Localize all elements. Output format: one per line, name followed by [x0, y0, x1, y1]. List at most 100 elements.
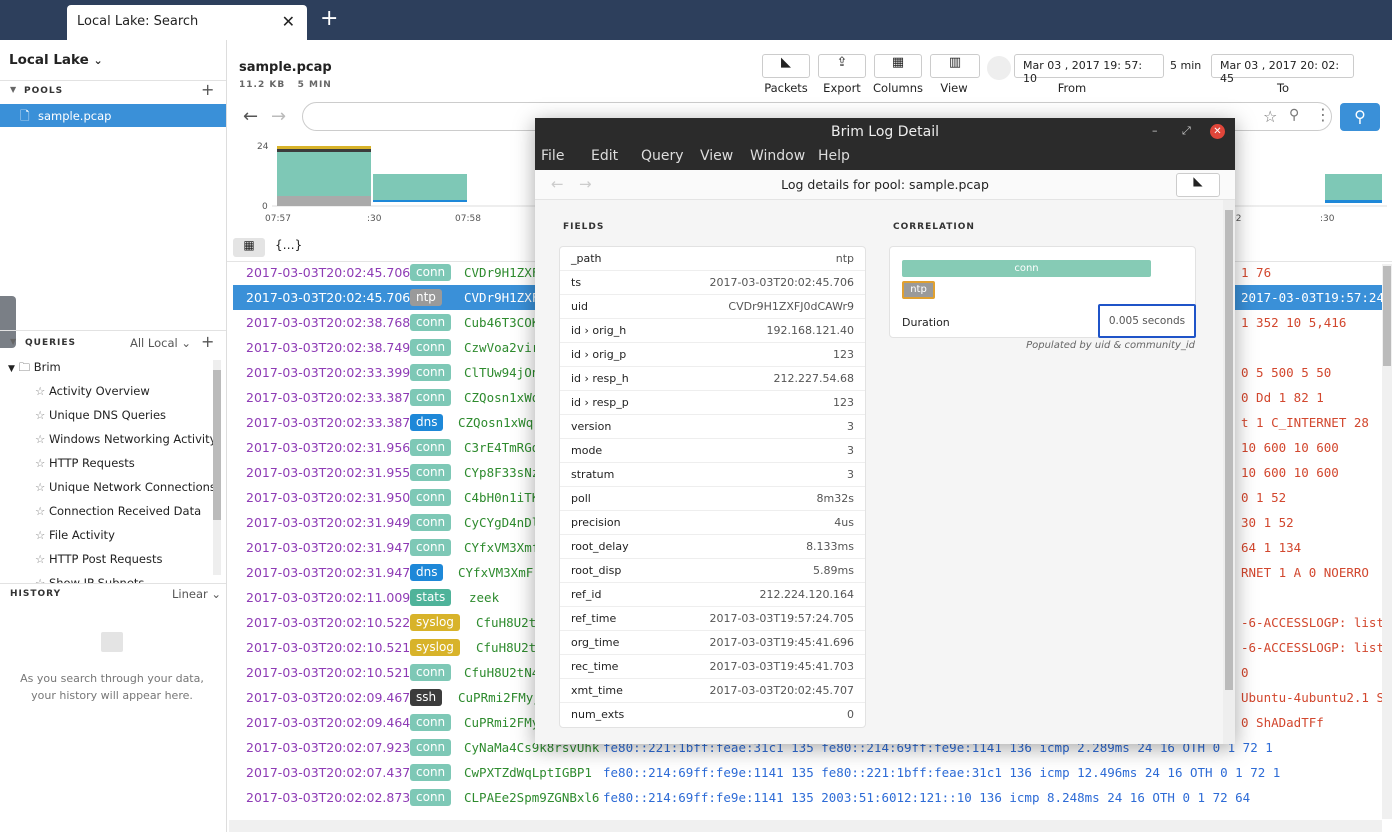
- pin-icon[interactable]: ⚲: [1289, 107, 1299, 123]
- field-key: id › resp_p: [571, 396, 629, 409]
- search-button[interactable]: ⚲: [1340, 103, 1380, 131]
- row-uid: Cub46T3COK: [464, 315, 540, 330]
- collapse-arrow-icon[interactable]: ▼: [10, 85, 16, 94]
- query-item[interactable]: ☆ HTTP Requests: [35, 456, 135, 470]
- packets-button[interactable]: ◣: [1176, 173, 1220, 197]
- menu-query[interactable]: Query: [641, 148, 684, 164]
- fields-header: FIELDS: [563, 222, 605, 232]
- field-row[interactable]: rec_time 2017-03-03T19:45:41.703: [560, 655, 865, 679]
- field-row[interactable]: _path ntp: [560, 247, 865, 271]
- corr-conn-bar[interactable]: conn: [902, 260, 1151, 277]
- row-timestamp: 2017-03-03T20:02:33.387: [246, 390, 411, 405]
- duration-label: Duration: [902, 316, 950, 329]
- columns-button[interactable]: ▦: [874, 54, 922, 78]
- row-uid: CfuH8U2tN4: [464, 665, 540, 680]
- menu-edit[interactable]: Edit: [591, 148, 618, 164]
- field-row[interactable]: xmt_time 2017-03-03T20:02:45.707: [560, 679, 865, 703]
- field-row[interactable]: precision 4us: [560, 511, 865, 535]
- menu-window[interactable]: Window: [750, 148, 805, 164]
- view-label: View: [940, 81, 968, 95]
- histogram-tick: 07:57: [265, 214, 291, 224]
- file-icon: 🗋: [20, 109, 30, 123]
- query-item[interactable]: ☆ Activity Overview: [35, 384, 150, 398]
- query-item[interactable]: ☆ HTTP Post Requests: [35, 552, 162, 566]
- field-key: ref_time: [571, 612, 617, 625]
- minimize-icon[interactable]: –: [1152, 124, 1158, 137]
- field-value: 2017-03-03T19:45:41.696: [709, 636, 854, 649]
- row-values: 0 ShADadTFf: [1241, 715, 1324, 730]
- collapse-arrow-icon[interactable]: ▼: [10, 337, 16, 346]
- new-tab-icon[interactable]: +: [320, 6, 338, 31]
- row-path-badge: conn: [410, 664, 452, 681]
- close-icon[interactable]: ✕: [1210, 124, 1225, 139]
- search-tab[interactable]: Local Lake: Search ✕: [67, 5, 307, 40]
- query-item[interactable]: ☆ Unique DNS Queries: [35, 408, 166, 422]
- field-key: id › resp_h: [571, 372, 629, 385]
- field-value: 8m32s: [816, 492, 854, 505]
- field-key: xmt_time: [571, 684, 623, 697]
- field-row[interactable]: root_disp 5.89ms: [560, 559, 865, 583]
- table-row[interactable]: 2017-03-03T20:02:07.437 conn CwPXTZdWqLptI…: [233, 760, 1383, 785]
- results-scrollbar[interactable]: [1382, 264, 1392, 819]
- histogram-ymin: 0: [262, 202, 268, 212]
- add-query-icon[interactable]: +: [201, 332, 214, 351]
- maximize-icon[interactable]: ⤢: [1182, 124, 1191, 138]
- lake-selector[interactable]: Local Lake ⌄: [9, 52, 103, 68]
- field-row[interactable]: org_time 2017-03-03T19:45:41.696: [560, 631, 865, 655]
- field-row[interactable]: num_exts 0: [560, 703, 865, 727]
- detail-scrollbar[interactable]: [1223, 200, 1235, 744]
- field-row[interactable]: id › resp_p 123: [560, 391, 865, 415]
- tab-close-icon[interactable]: ✕: [282, 12, 295, 31]
- row-path-badge: conn: [410, 789, 452, 806]
- export-button[interactable]: ⇪: [818, 54, 866, 78]
- correlation-header: CORRELATION: [893, 222, 975, 232]
- from-time-picker[interactable]: Mar 03 , 2017 19: 57: 10: [1014, 54, 1164, 85]
- history-mode-select[interactable]: Linear ⌄: [172, 587, 221, 601]
- field-row[interactable]: ref_time 2017-03-03T19:57:24.705: [560, 607, 865, 631]
- field-row[interactable]: ts 2017-03-03T20:02:45.706: [560, 271, 865, 295]
- menu-help[interactable]: Help: [818, 148, 850, 164]
- queries-scope-select[interactable]: All Local ⌄: [130, 336, 191, 350]
- table-row[interactable]: 2017-03-03T20:02:02.873 conn CLPAEe2Spm9ZG…: [233, 785, 1383, 810]
- query-item[interactable]: ☆ Windows Networking Activity: [35, 432, 216, 446]
- json-view-icon[interactable]: {…}: [275, 238, 302, 252]
- to-time-picker[interactable]: Mar 03 , 2017 20: 02: 45: [1211, 54, 1354, 85]
- field-row[interactable]: poll 8m32s: [560, 487, 865, 511]
- row-timestamp: 2017-03-03T20:02:10.521: [246, 640, 411, 655]
- scope-label: All Local: [130, 336, 178, 350]
- back-arrow-icon[interactable]: ←: [243, 106, 258, 127]
- forward-arrow-icon[interactable]: →: [271, 106, 286, 127]
- corr-ntp-bar[interactable]: ntp: [902, 281, 935, 299]
- packets-button[interactable]: ◣: [762, 54, 810, 78]
- field-row[interactable]: id › resp_h 212.227.54.68: [560, 367, 865, 391]
- table-view-icon[interactable]: ▦: [233, 238, 265, 257]
- field-key: ref_id: [571, 588, 602, 601]
- field-row[interactable]: id › orig_p 123: [560, 343, 865, 367]
- menu-view[interactable]: View: [700, 148, 733, 164]
- field-row[interactable]: mode 3: [560, 439, 865, 463]
- field-row[interactable]: stratum 3: [560, 463, 865, 487]
- results-hscrollbar[interactable]: [229, 820, 1382, 832]
- field-key: precision: [571, 516, 621, 529]
- field-row[interactable]: root_delay 8.133ms: [560, 535, 865, 559]
- chevron-down-icon: ⌄: [93, 54, 103, 67]
- field-value: 8.133ms: [806, 540, 854, 553]
- query-item[interactable]: ☆ Unique Network Connections: [35, 480, 216, 494]
- menu-bar: File Edit Query View Window Help: [535, 146, 1235, 170]
- add-pool-icon[interactable]: +: [201, 80, 214, 99]
- scrollbar[interactable]: [213, 360, 221, 575]
- menu-file[interactable]: File: [541, 148, 564, 164]
- more-icon[interactable]: ⋮: [1315, 105, 1331, 124]
- field-row[interactable]: uid CVDr9H1ZXFJ0dCAWr9: [560, 295, 865, 319]
- view-button[interactable]: ▥: [930, 54, 980, 78]
- query-label: Activity Overview: [48, 384, 150, 398]
- query-item[interactable]: ☆ File Activity: [35, 528, 115, 542]
- query-item[interactable]: ☆ Connection Received Data: [35, 504, 201, 518]
- query-group[interactable]: ▼ 🗀 Brim: [8, 360, 61, 379]
- history-empty-text: As you search through your data, your hi…: [20, 672, 204, 702]
- field-row[interactable]: ref_id 212.224.120.164: [560, 583, 865, 607]
- field-row[interactable]: id › orig_h 192.168.121.40: [560, 319, 865, 343]
- star-icon[interactable]: ☆: [1263, 107, 1277, 126]
- pool-item[interactable]: 🗋 sample.pcap: [0, 104, 226, 127]
- field-row[interactable]: version 3: [560, 415, 865, 439]
